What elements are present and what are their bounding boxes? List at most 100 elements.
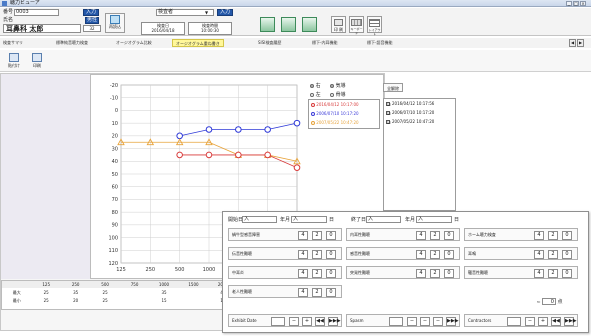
score-button[interactable]: 2 [312,269,322,278]
tab-inner[interactable]: 標下-内耳機能 [312,39,337,47]
tab-next-button[interactable]: ▶ [577,39,584,47]
score-button[interactable]: 0 [326,288,336,297]
score-button[interactable]: 0 [444,231,454,240]
layout-button[interactable]: レイアウト [367,16,382,36]
tab-summary[interactable]: 検査サマリ [3,39,23,47]
radio-ear-right[interactable] [310,83,314,88]
checked-item[interactable]: ☑2007/05/22 10:47:20 [384,117,455,126]
reload-button[interactable]: 再読込 [105,13,125,33]
tab-sisi[interactable]: SISI検査履歴 [258,39,281,47]
score-button[interactable]: 4 [534,250,544,259]
score-button[interactable]: 4 [298,269,308,278]
control-button[interactable]: − [433,317,443,326]
control-button[interactable]: − [420,317,430,326]
keyboard-button[interactable]: キーボード [349,16,364,35]
start-date-input[interactable]: 入 [242,216,277,223]
sub-print-button[interactable]: 印刷 [28,53,46,70]
tab-standard[interactable]: 標準純音聴力検査 [56,39,88,47]
score-button[interactable]: 0 [444,250,454,259]
control-button[interactable]: − [289,317,299,326]
ear-right-option[interactable]: 右 [310,82,321,89]
score-button[interactable]: 2 [430,250,440,259]
score-button[interactable]: 0 [562,250,572,259]
end-date-button[interactable]: 入 [368,216,373,222]
score-button[interactable]: 0 [444,269,454,278]
score-button[interactable]: 0 [326,250,336,259]
radio-ear-left[interactable] [310,92,314,97]
counter-value[interactable]: 0 [541,298,556,305]
checkbox[interactable]: ☑ [386,120,391,125]
radio-air[interactable] [330,83,334,88]
score-button[interactable]: 0 [562,231,572,240]
chevron-down-icon[interactable]: ▼ [205,10,208,15]
score-button[interactable]: 2 [548,269,558,278]
start-month-input[interactable]: 入 [291,216,327,223]
start-month-button[interactable]: 入 [293,216,298,222]
score-button[interactable]: 2 [312,250,322,259]
control-button[interactable]: − [407,317,417,326]
tab-compare[interactable]: オージオグラム比較 [116,39,152,47]
control-input[interactable] [389,317,403,326]
score-button[interactable]: 4 [416,250,426,259]
score-button[interactable]: 4 [298,250,308,259]
checkbox[interactable]: ☑ [386,102,391,107]
minimize-icon[interactable]: _ [566,1,572,6]
end-month-button[interactable]: 入 [418,216,423,222]
bone-option[interactable]: 骨導 [330,91,346,98]
id-input[interactable]: 0003 [14,9,59,16]
history-item[interactable]: 2007/05/22 10:47:20 [309,118,379,127]
score-button[interactable]: 4 [534,231,544,240]
control-input[interactable] [507,317,521,326]
score-button[interactable]: 2 [548,250,558,259]
start-date-button[interactable]: 入 [244,216,249,222]
checked-item[interactable]: ☑2006/07/10 10:17:20 [384,108,455,117]
examiner-input-button[interactable]: 入力 [217,9,233,16]
print-button[interactable]: 印 刷 [331,16,346,33]
score-button[interactable]: 2 [430,269,440,278]
score-button[interactable]: 2 [312,288,322,297]
ear-left-option[interactable]: 左 [310,91,321,98]
clear-all-button[interactable]: 全解除 [383,83,403,92]
control-button[interactable]: ▶▶▶ [564,317,577,326]
tab-speech[interactable]: 標下-語音機能 [367,39,392,47]
control-button[interactable]: ▶▶▶ [328,317,341,326]
score-button[interactable]: 4 [298,231,308,240]
maximize-icon[interactable]: □ [573,1,579,6]
score-button[interactable]: 4 [416,269,426,278]
control-input[interactable] [271,317,285,326]
radio-bone[interactable] [330,92,334,97]
view-list-icon[interactable] [302,17,317,32]
control-button[interactable]: + [538,317,548,326]
score-button[interactable]: 0 [562,269,572,278]
checkbox[interactable]: ☑ [386,111,391,116]
history-radio[interactable] [311,112,315,116]
score-button[interactable]: 4 [534,269,544,278]
view-single-icon[interactable] [260,17,275,32]
control-button[interactable]: − [525,317,535,326]
id-input-button[interactable]: 入力 [83,9,99,16]
tab-prev-button[interactable]: ◀ [569,39,576,47]
score-button[interactable]: 0 [326,269,336,278]
history-item[interactable]: 2006/07/10 10:17:20 [309,109,379,118]
score-button[interactable]: 2 [548,231,558,240]
history-item[interactable]: 2016/04/12 10:17:00 [309,100,379,109]
score-button[interactable]: 2 [312,231,322,240]
close-icon[interactable]: × [580,1,586,6]
end-month-input[interactable]: 入 [416,216,452,223]
control-button[interactable]: ◀◀ [315,317,325,326]
sex-button[interactable]: 男性 [85,17,99,24]
control-button[interactable]: ◀◀ [551,317,561,326]
checked-item[interactable]: ☑2016/04/12 10:17:56 [384,99,455,108]
air-option[interactable]: 気導 [330,82,346,89]
history-radio[interactable] [311,121,315,125]
history-radio[interactable] [311,103,315,107]
end-date-input[interactable]: 入 [366,216,401,223]
score-button[interactable]: 2 [430,231,440,240]
control-button[interactable]: ▶▶▶ [446,317,459,326]
tab-overlay[interactable]: オージオグラム重ね書き [172,39,224,47]
score-button[interactable]: 4 [298,288,308,297]
score-button[interactable]: 0 [326,231,336,240]
paste-button[interactable]: 貼付け [5,53,23,70]
score-button[interactable]: 4 [416,231,426,240]
control-button[interactable]: + [302,317,312,326]
